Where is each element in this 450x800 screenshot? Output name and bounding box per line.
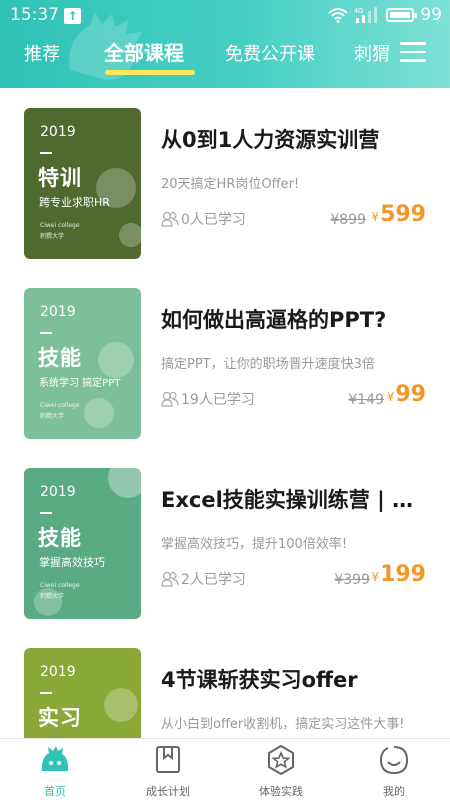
course-card[interactable]: 2019 技能 掌握高效技巧 Ciwei college 刺猬大学 Excel技… [0, 448, 450, 628]
tab-all-courses[interactable]: 全部课程 [104, 37, 184, 66]
course-list: 2019 特训 跨专业求职HR Ciwei college 刺猬大学 从0到1人… [0, 88, 450, 738]
course-card[interactable]: 2019 技能 系统学习 搞定PPT Ciwei college 刺猬大学 如何… [0, 268, 450, 448]
thumbnail-brand-cn: 刺猬大学 [40, 593, 65, 600]
nav-mine[interactable]: 我的 [339, 745, 449, 799]
status-right-group: 4G 99 [328, 5, 442, 25]
student-count-label: 19人已学习 [181, 392, 255, 408]
active-tab-indicator [105, 70, 195, 75]
course-card[interactable]: 2019 实习 4节课斩获实习offer 从小白到offer收割机，搞定实习这件… [0, 628, 450, 738]
nav-label: 成长计划 [146, 785, 190, 798]
thumbnail-brand-cn: 刺猬大学 [40, 413, 65, 420]
currency-symbol: ¥ [371, 210, 380, 224]
price-value: 599 [380, 202, 426, 227]
course-card[interactable]: 2019 特训 跨专业求职HR Ciwei college 刺猬大学 从0到1人… [0, 88, 450, 268]
thumbnail-tag: 实习 [38, 706, 82, 730]
battery-icon [386, 8, 418, 22]
course-title[interactable]: Excel技能实操训练营 | 提升100倍效率 [161, 484, 431, 514]
price-value: 199 [380, 562, 426, 587]
course-description: 20天搞定HR岗位Offer! [161, 177, 300, 192]
status-bar: 15:37 ↑ 4G 99 [0, 0, 450, 32]
tab-ciwei[interactable]: 刺猬 [354, 40, 390, 66]
people-icon [161, 571, 179, 587]
bottom-navigation: 首页 成长计划 体验实践 我的 [0, 738, 450, 800]
course-title[interactable]: 从0到1人力资源实训营 [161, 124, 431, 154]
thumbnail-brand-cn: 刺猬大学 [40, 233, 65, 240]
current-price: ¥99 [387, 382, 426, 407]
thumbnail-subtitle: 系统学习 搞定PPT [39, 378, 121, 389]
network-type-label: 4G [354, 8, 363, 15]
course-title[interactable]: 4节课斩获实习offer [161, 664, 431, 694]
student-count: 19人已学习 [161, 389, 255, 409]
current-price: ¥199 [371, 562, 426, 587]
hedgehog-home-icon [41, 746, 69, 771]
course-thumbnail: 2019 实习 [24, 648, 141, 738]
current-price: ¥599 [371, 202, 426, 227]
nav-practice[interactable]: 体验实践 [226, 745, 336, 799]
course-title[interactable]: 如何做出高逼格的PPT? [161, 304, 431, 334]
course-thumbnail: 2019 特训 跨专业求职HR Ciwei college 刺猬大学 [24, 108, 141, 259]
original-price: ¥399 [334, 572, 370, 588]
original-price: ¥899 [330, 212, 366, 228]
smiley-face-icon [379, 746, 409, 775]
tab-recommended[interactable]: 推荐 [24, 40, 60, 66]
thumbnail-brand-en: Ciwei college [40, 402, 80, 409]
course-description: 从小白到offer收割机，搞定实习这件大事! [161, 717, 405, 732]
student-count-label: 0人已学习 [181, 212, 246, 228]
wifi-icon [328, 8, 349, 23]
thumbnail-year: 2019 [40, 304, 76, 320]
star-badge-icon [268, 745, 294, 775]
student-count-label: 2人已学习 [181, 572, 246, 588]
thumbnail-subtitle: 掌握高效技巧 [39, 556, 105, 569]
thumbnail-tag: 特训 [38, 166, 82, 190]
bookmark-book-icon [156, 746, 180, 773]
price-value: 99 [395, 382, 426, 407]
course-description: 掌握高效技巧，提升100倍效率! [161, 537, 348, 552]
original-price: ¥149 [348, 392, 384, 408]
people-icon [161, 391, 179, 407]
currency-symbol: ¥ [386, 390, 395, 404]
course-thumbnail: 2019 技能 掌握高效技巧 Ciwei college 刺猬大学 [24, 468, 141, 619]
upload-notification-icon: ↑ [64, 8, 81, 24]
people-icon [161, 211, 179, 227]
course-description: 搞定PPT，让你的职场晋升速度快3倍 [161, 357, 375, 372]
cellular-signal-icon: 4G [354, 7, 378, 23]
student-count: 0人已学习 [161, 209, 246, 229]
thumbnail-subtitle: 跨专业求职HR [39, 196, 110, 209]
hamburger-menu-icon[interactable] [400, 42, 426, 62]
thumbnail-year: 2019 [40, 484, 76, 500]
thumbnail-year: 2019 [40, 124, 76, 140]
nav-label: 我的 [383, 785, 405, 798]
battery-level: 99 [420, 5, 442, 25]
nav-label: 首页 [44, 785, 66, 798]
thumbnail-year: 2019 [40, 664, 76, 680]
thumbnail-brand-en: Ciwei college [40, 582, 80, 589]
top-header: 15:37 ↑ 4G 99 推荐 全部课程 免费公开课 刺猬 [0, 0, 450, 88]
status-time: 15:37 [10, 5, 59, 25]
currency-symbol: ¥ [371, 570, 380, 584]
course-thumbnail: 2019 技能 系统学习 搞定PPT Ciwei college 刺猬大学 [24, 288, 141, 439]
nav-growth-plan[interactable]: 成长计划 [113, 745, 223, 799]
nav-home[interactable]: 首页 [0, 745, 110, 799]
student-count: 2人已学习 [161, 569, 246, 589]
thumbnail-tag: 技能 [38, 526, 82, 550]
category-tabs: 推荐 全部课程 免费公开课 刺猬 [0, 32, 450, 88]
nav-label: 体验实践 [259, 785, 303, 798]
thumbnail-brand-en: Ciwei college [40, 222, 80, 229]
thumbnail-tag: 技能 [38, 346, 82, 370]
tab-free-public-courses[interactable]: 免费公开课 [225, 40, 315, 66]
